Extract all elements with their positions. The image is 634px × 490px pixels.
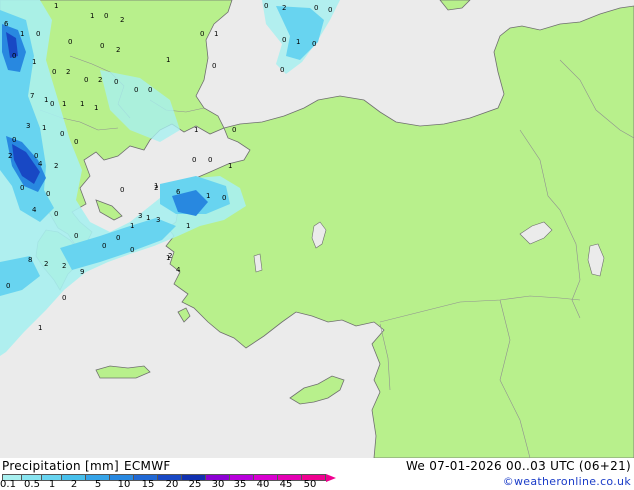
- point-value-label: 1: [296, 38, 300, 46]
- point-value-label: 0: [34, 152, 38, 160]
- point-value-label: 2: [98, 76, 102, 84]
- point-value-label: 0: [114, 78, 118, 86]
- point-value-label: 2: [282, 4, 286, 12]
- scale-tick-label: 15: [141, 479, 155, 490]
- point-value-label: 0: [60, 130, 64, 138]
- point-value-label: 1: [42, 124, 46, 132]
- point-value-label: 0: [280, 66, 284, 74]
- point-value-label: 6: [176, 188, 181, 196]
- point-value-label: 0: [264, 2, 268, 10]
- point-value-label: 1: [38, 324, 42, 332]
- point-value-label: 2: [120, 16, 124, 24]
- scale-tick-label: 20: [165, 479, 179, 490]
- point-value-label: 0: [130, 246, 134, 254]
- scale-tick-label: 50: [303, 479, 317, 490]
- point-value-label: 1: [146, 214, 150, 222]
- point-value-label: 0: [62, 294, 66, 302]
- point-value-label: 1: [214, 30, 218, 38]
- scale-tick-label: 40: [256, 479, 270, 490]
- point-value-label: 0: [104, 12, 108, 20]
- point-value-label: 0: [312, 40, 316, 48]
- point-value-label: 0: [102, 242, 106, 250]
- scale-tick-label: 5: [94, 479, 102, 490]
- point-value-label: 0: [116, 234, 120, 242]
- point-value-label: 3: [156, 216, 160, 224]
- point-value-label: 2: [54, 162, 58, 170]
- point-value-label: 0: [36, 30, 40, 38]
- point-value-label: 0: [232, 126, 236, 134]
- point-value-label: 1: [80, 100, 84, 108]
- point-value-label: 1: [130, 222, 134, 230]
- point-value-label: 1: [206, 192, 210, 200]
- scale-tick-label: 1: [48, 479, 56, 490]
- point-value-label: 0: [282, 36, 286, 44]
- map-title: Precipitation [mm]: [2, 459, 119, 473]
- point-value-label: 0: [46, 190, 50, 198]
- point-value-label: 0: [120, 186, 124, 194]
- point-value-label: 0: [134, 86, 138, 94]
- point-value-label: 2: [62, 262, 66, 270]
- scale-tick-label: 0.1: [0, 479, 16, 490]
- point-value-label: 2: [116, 46, 120, 54]
- point-value-label: 0: [328, 6, 332, 14]
- point-value-label: 8: [28, 256, 32, 264]
- point-value-label: 0: [74, 138, 78, 146]
- scale-tick-label: 35: [233, 479, 247, 490]
- point-value-label: 3: [26, 122, 30, 130]
- point-value-label: 2: [8, 152, 12, 160]
- point-value-label: 0: [12, 136, 16, 144]
- point-value-label: 0: [200, 30, 204, 38]
- point-value-label: 1: [194, 126, 198, 134]
- point-value-label: 1: [32, 58, 36, 66]
- point-value-label: 4: [176, 266, 181, 274]
- point-value-label: 1: [20, 30, 24, 38]
- point-value-label: 4: [32, 206, 37, 214]
- point-value-label: 0: [100, 42, 104, 50]
- scale-tick-label: 0.5: [24, 479, 40, 490]
- point-value-label: 1: [166, 254, 170, 262]
- point-value-label: 0: [54, 210, 58, 218]
- point-value-label: 3: [138, 212, 142, 220]
- valid-time: We 07-01-2026 00..03 UTC (06+21): [405, 459, 631, 473]
- point-value-label: 0: [68, 38, 72, 46]
- weather-map-page: 6110210002010102020107101110031000024200…: [0, 0, 634, 490]
- point-value-label: 2: [44, 260, 48, 268]
- point-value-label: 1: [154, 182, 158, 190]
- point-value-label: 0: [74, 232, 78, 240]
- point-value-label: 4: [38, 160, 43, 168]
- point-value-label: 0: [52, 68, 56, 76]
- point-value-label: 0: [208, 156, 212, 164]
- point-value-label: 1: [90, 12, 94, 20]
- point-value-label: 2: [66, 68, 70, 76]
- scale-tick-label: 25: [188, 479, 202, 490]
- point-value-label: 0: [12, 52, 16, 60]
- point-value-label: 1: [94, 104, 98, 112]
- scale-tick-label: 10: [117, 479, 131, 490]
- precipitation-map: 611 0 21 00 0 20 1010 20 2 0107 1 0 1 1 10 03 100 0024 200…: [0, 0, 634, 458]
- point-value-label: 0: [192, 156, 196, 164]
- point-value-label: 0: [148, 86, 152, 94]
- point-value-label: 0: [84, 76, 88, 84]
- point-value-label: 1: [62, 100, 66, 108]
- site-credit[interactable]: ©weatheronline.co.uk: [503, 475, 631, 488]
- point-value-label: 0: [6, 282, 10, 290]
- scale-tick-label: 45: [279, 479, 293, 490]
- scale-tick-label: 2: [70, 479, 78, 490]
- point-value-label: 1: [44, 96, 48, 104]
- point-value-label: 6: [4, 20, 9, 28]
- color-scale-ticks: 0.1 0.5 1 2 5 10 15 20 25 30 35 40 45 50: [0, 480, 340, 490]
- point-value-label: 0: [50, 100, 54, 108]
- point-value-label: 0: [212, 62, 216, 70]
- point-value-label: 0: [314, 4, 318, 12]
- point-value-label: 0: [222, 194, 226, 202]
- point-value-label: 1: [166, 56, 170, 64]
- point-value-label: 1: [186, 222, 190, 230]
- scale-tick-label: 30: [211, 479, 225, 490]
- point-value-label: 9: [80, 268, 84, 276]
- point-value-label: 0: [20, 184, 24, 192]
- point-value-label: 7: [30, 92, 34, 100]
- point-value-label: 1: [228, 162, 232, 170]
- point-value-label: 1: [54, 2, 58, 10]
- model-name: ECMWF: [124, 459, 171, 473]
